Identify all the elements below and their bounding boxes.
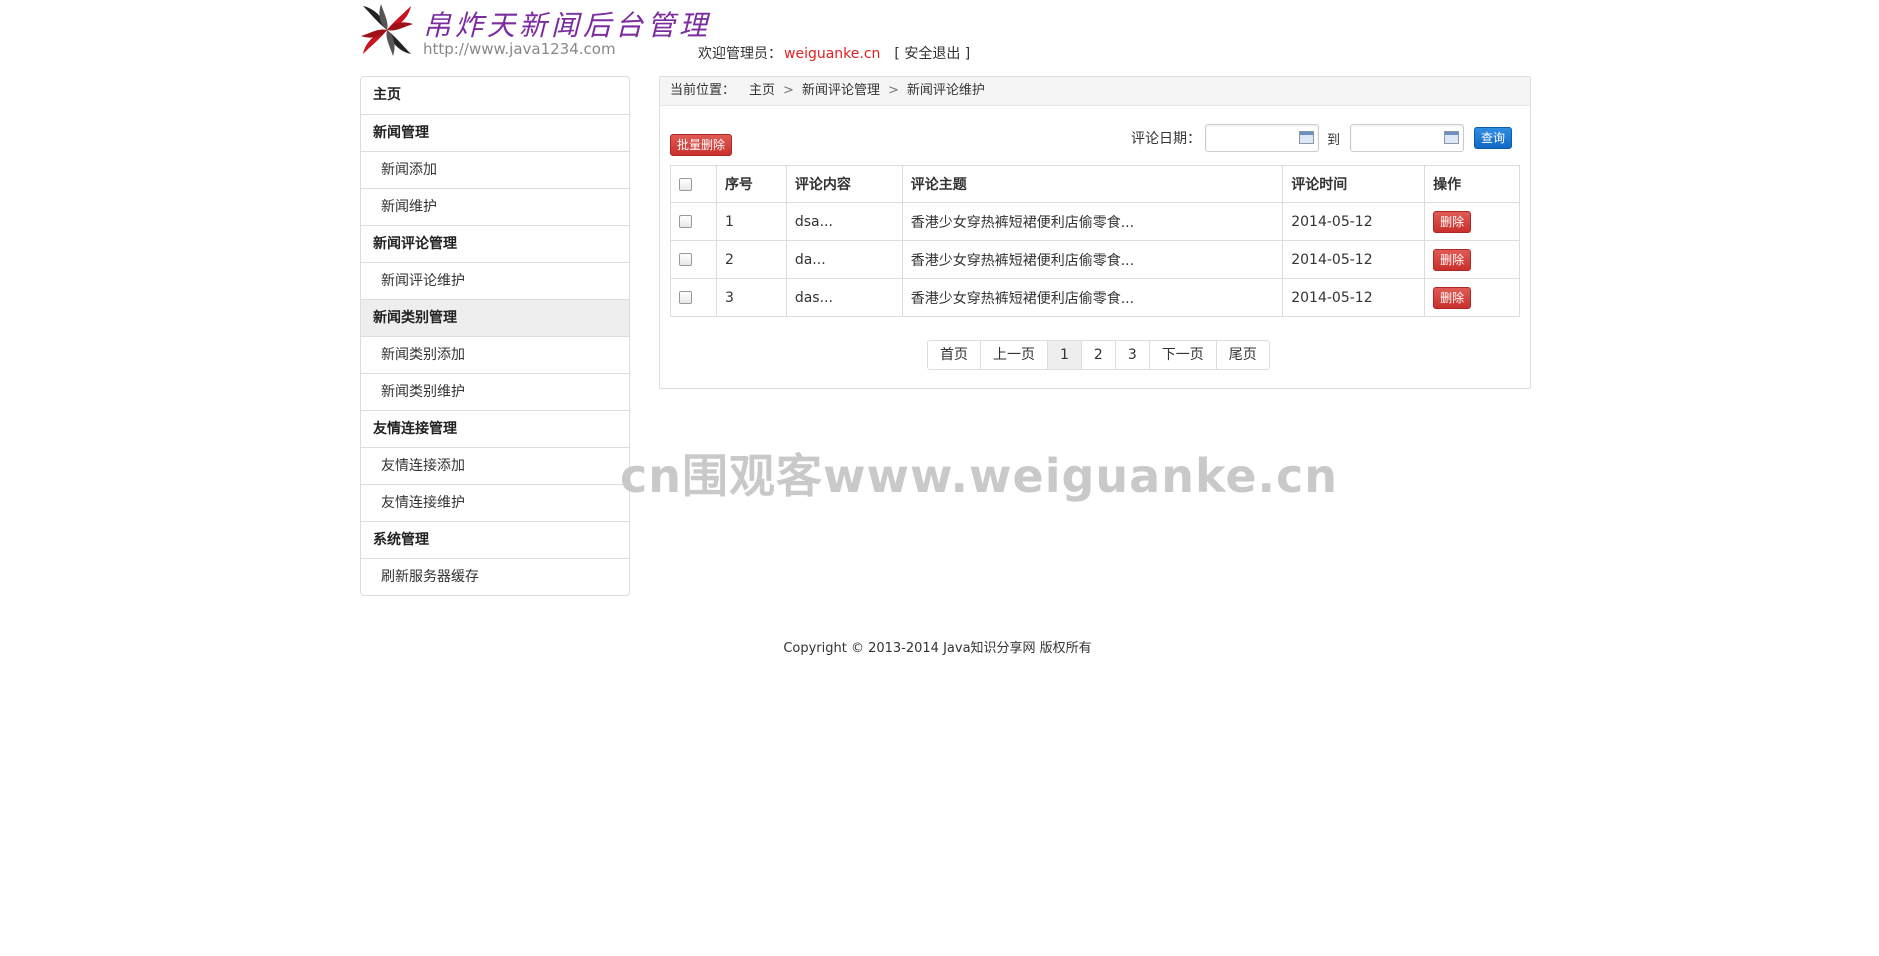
sidebar-item-link-maintain[interactable]: 友情连接维护	[361, 484, 629, 521]
breadcrumb-comment-maintain: 新闻评论维护	[906, 83, 985, 98]
row-content: das...	[785, 278, 903, 317]
delete-button[interactable]: 删除	[1433, 210, 1472, 233]
row-time: 2014-05-12	[1282, 240, 1426, 279]
breadcrumb-separator: >	[783, 83, 794, 98]
header-action: 操作	[1424, 165, 1520, 203]
breadcrumb-home[interactable]: 主页	[749, 83, 775, 98]
logo-title: 帛炸天新闻后台管理	[423, 9, 712, 42]
page-1[interactable]: 1	[1047, 341, 1081, 369]
footer: Copyright © 2013-2014 Java知识分享网 版权所有	[0, 637, 1879, 656]
breadcrumb-comment-management[interactable]: 新闻评论管理	[802, 83, 880, 98]
breadcrumb-lead: 当前位置：	[670, 83, 736, 98]
header-topic: 评论主题	[901, 165, 1284, 203]
row-checkbox[interactable]	[679, 291, 692, 304]
calendar-icon[interactable]	[1298, 131, 1314, 144]
calendar-icon[interactable]	[1444, 131, 1459, 144]
sidebar-item-news-add[interactable]: 新闻添加	[361, 151, 629, 188]
breadcrumb-separator: >	[887, 83, 899, 98]
sidebar-item-news-maintain[interactable]: 新闻维护	[361, 188, 629, 225]
sidebar-item-refresh-cache[interactable]: 刷新服务器缓存	[361, 558, 629, 595]
sidebar-item-home[interactable]: 主页	[361, 77, 629, 114]
table-header-row: 序号 评论内容 评论主题 评论时间 操作	[670, 165, 1520, 203]
sidebar-nav: 主页 新闻管理 新闻添加 新闻维护 新闻评论管理 新闻评论维护 新闻类别管理 新…	[360, 76, 630, 596]
row-time: 2014-05-12	[1282, 202, 1426, 241]
main-panel: 当前位置： 主页 > 新闻评论管理 > 新闻评论维护 批量删除 评论日期： 到 查询 序号 评…	[659, 76, 1531, 389]
welcome-bar: 欢迎管理员： weiguanke.cn [ 安全退出 ]	[698, 43, 970, 63]
row-select-cell	[670, 202, 717, 241]
page-3[interactable]: 3	[1114, 341, 1149, 369]
page-2[interactable]: 2	[1080, 341, 1115, 369]
copyright-text: Copyright © 2013-2014 Java知识分享网 版权所有	[783, 641, 1092, 656]
sidebar-item-category-maintain[interactable]: 新闻类别维护	[361, 373, 629, 410]
batch-delete-button[interactable]: 批量删除	[670, 134, 732, 156]
header: 帛炸天新闻后台管理 http://www.java1234.com 欢迎管理员：…	[355, 0, 1535, 70]
row-content: dsa...	[785, 202, 903, 241]
date-to-input[interactable]	[1350, 124, 1464, 152]
row-topic: 香港少女穿热裤短裙便利店偷零食...	[901, 202, 1284, 241]
select-all-cell	[670, 165, 717, 203]
page-next[interactable]: 下一页	[1148, 341, 1216, 369]
row-checkbox[interactable]	[679, 253, 692, 266]
logo-url: http://www.java1234.com	[423, 40, 616, 58]
sidebar-item-comment-maintain[interactable]: 新闻评论维护	[361, 262, 629, 299]
page-prev[interactable]: 上一页	[980, 341, 1047, 369]
page-first[interactable]: 首页	[928, 341, 980, 369]
row-topic: 香港少女穿热裤短裙便利店偷零食...	[901, 278, 1284, 317]
sidebar-item-link-management[interactable]: 友情连接管理	[361, 410, 629, 447]
row-action-cell: 删除	[1424, 240, 1520, 279]
table-row: 1 dsa... 香港少女穿热裤短裙便利店偷零食... 2014-05-12 删…	[670, 202, 1520, 241]
row-select-cell	[670, 240, 717, 279]
watermark: cn围观客www.weiguanke.cn	[620, 449, 1339, 503]
row-id: 1	[715, 202, 787, 241]
header-id: 序号	[715, 165, 787, 203]
comments-table: 序号 评论内容 评论主题 评论时间 操作 1 dsa... 香港少女穿热裤短裙便…	[670, 165, 1520, 317]
search-button[interactable]: 查询	[1474, 127, 1512, 149]
row-topic: 香港少女穿热裤短裙便利店偷零食...	[901, 240, 1284, 279]
admin-username: weiguanke.cn	[784, 46, 881, 62]
row-action-cell: 删除	[1424, 202, 1520, 241]
header-time: 评论时间	[1282, 165, 1426, 203]
comment-date-label: 评论日期：	[1130, 131, 1201, 147]
pagination: 首页 上一页 1 2 3 下一页 尾页	[927, 340, 1270, 370]
row-id: 2	[715, 240, 787, 279]
welcome-label: 欢迎管理员：	[698, 46, 782, 62]
sidebar-item-news-management[interactable]: 新闻管理	[361, 114, 629, 151]
sidebar-item-comment-management[interactable]: 新闻评论管理	[361, 225, 629, 262]
breadcrumb: 当前位置： 主页 > 新闻评论管理 > 新闻评论维护	[660, 77, 1530, 106]
row-checkbox[interactable]	[679, 215, 692, 228]
sidebar-item-system-management[interactable]: 系统管理	[361, 521, 629, 558]
delete-button[interactable]: 删除	[1433, 286, 1472, 309]
logout-link[interactable]: [ 安全退出 ]	[894, 46, 970, 62]
to-label: 到	[1326, 132, 1340, 148]
table-row: 2 da... 香港少女穿热裤短裙便利店偷零食... 2014-05-12 删除	[670, 240, 1520, 279]
row-action-cell: 删除	[1424, 278, 1520, 317]
table-row: 3 das... 香港少女穿热裤短裙便利店偷零食... 2014-05-12 删…	[670, 278, 1520, 317]
row-id: 3	[715, 278, 787, 317]
row-time: 2014-05-12	[1282, 278, 1426, 317]
header-content: 评论内容	[785, 165, 903, 203]
row-content: da...	[785, 240, 903, 279]
page-last[interactable]: 尾页	[1215, 341, 1269, 369]
logo-pinwheel-icon	[361, 4, 413, 56]
delete-button[interactable]: 删除	[1433, 248, 1472, 271]
select-all-checkbox[interactable]	[679, 177, 692, 191]
sidebar-item-category-add[interactable]: 新闻类别添加	[361, 336, 629, 373]
date-filter: 评论日期： 到 查询	[1131, 124, 1512, 154]
sidebar-item-link-add[interactable]: 友情连接添加	[361, 447, 629, 484]
row-select-cell	[670, 278, 717, 317]
date-from-input[interactable]	[1204, 124, 1319, 152]
sidebar-item-category-management[interactable]: 新闻类别管理	[361, 299, 629, 336]
